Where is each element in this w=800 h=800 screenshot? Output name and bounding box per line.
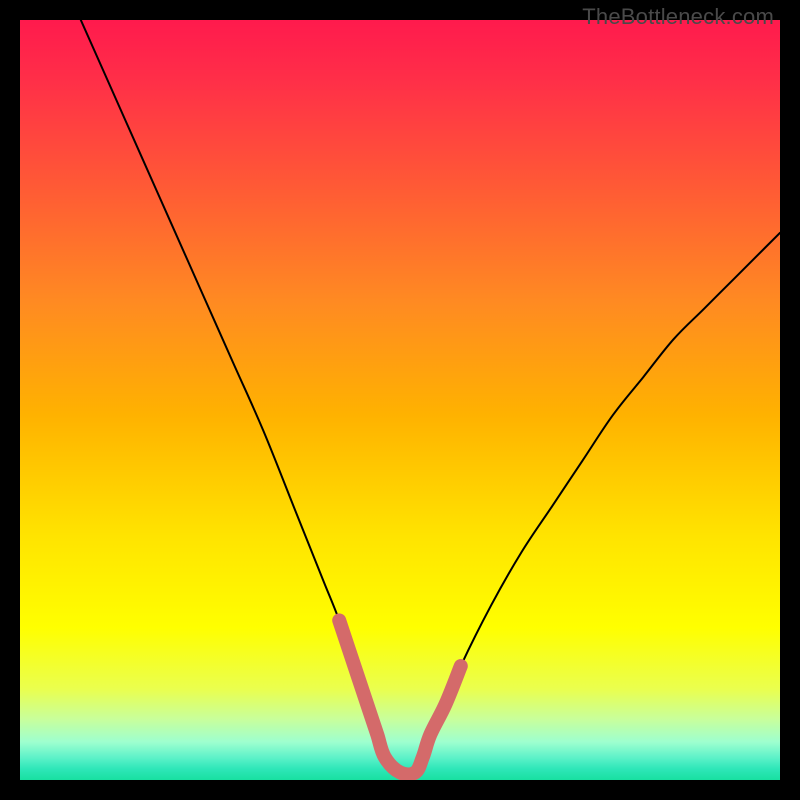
background-gradient (20, 20, 780, 780)
chart-frame: TheBottleneck.com (0, 0, 800, 800)
watermark-text: TheBottleneck.com (582, 4, 774, 30)
plot-area (20, 20, 780, 780)
